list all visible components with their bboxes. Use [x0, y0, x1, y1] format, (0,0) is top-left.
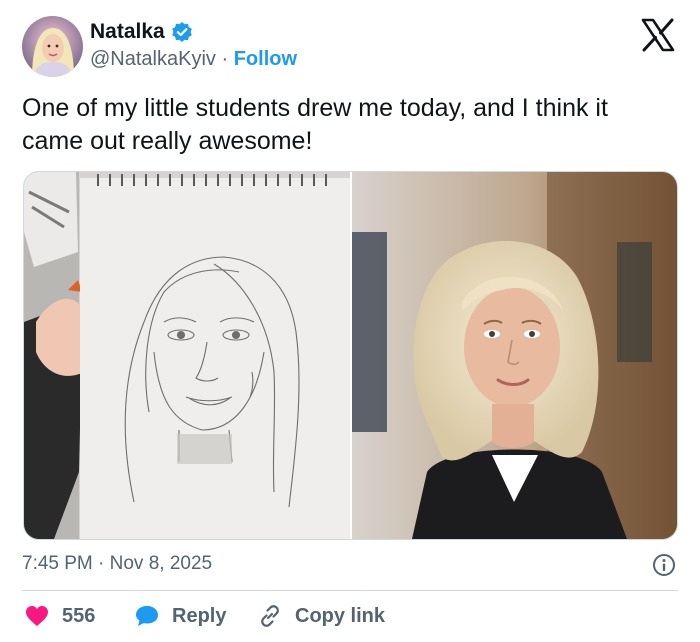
name-row: Natalka — [90, 20, 193, 44]
avatar[interactable] — [22, 16, 83, 77]
heart-icon — [26, 606, 48, 626]
follow-button[interactable]: Follow — [234, 48, 297, 70]
tweet-header: Natalka @NatalkaKyiv · Follow — [0, 0, 700, 90]
reply-button[interactable]: Reply — [134, 602, 226, 630]
tweet-timestamp[interactable]: 7:45 PM · Nov 8, 2025 — [22, 552, 212, 576]
reply-label: Reply — [172, 605, 227, 627]
action-bar: 556 Reply Copy link — [22, 602, 678, 630]
separator-dot: · — [221, 48, 229, 70]
portrait-photo-image[interactable] — [352, 172, 677, 539]
tweet-text: One of my little students drew me today,… — [22, 94, 608, 155]
speech-bubble-icon — [136, 606, 158, 626]
copy-link-button[interactable]: Copy link — [257, 602, 385, 630]
handle[interactable]: @NatalkaKyiv — [90, 48, 216, 70]
divider — [22, 590, 678, 591]
x-logo-icon[interactable] — [640, 18, 676, 52]
like-button[interactable]: 556 — [24, 602, 95, 630]
link-icon — [261, 605, 279, 627]
verified-badge-icon — [171, 21, 193, 43]
media-gallery[interactable] — [23, 171, 678, 540]
info-icon[interactable] — [652, 553, 676, 577]
like-count: 556 — [62, 605, 96, 627]
display-name[interactable]: Natalka — [90, 20, 165, 44]
pencil-drawing-image[interactable] — [24, 172, 350, 539]
copy-link-label: Copy link — [295, 605, 386, 627]
handle-row: @NatalkaKyiv · Follow — [90, 47, 297, 71]
